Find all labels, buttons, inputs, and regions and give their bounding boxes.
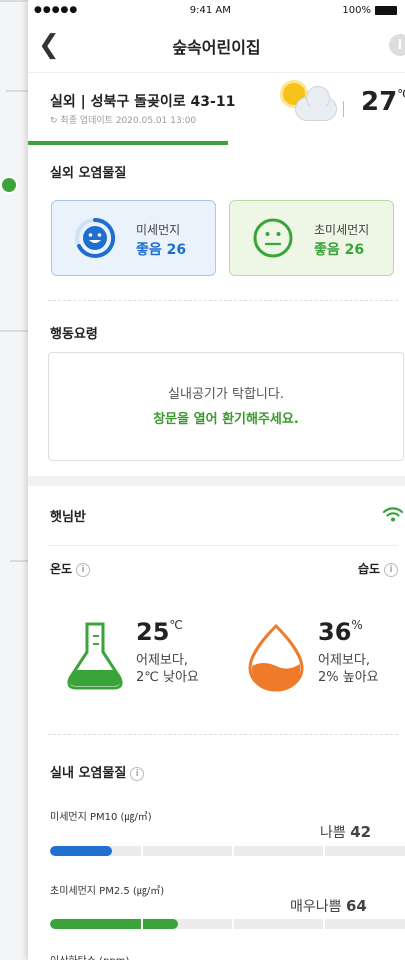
map-pin-icon[interactable] xyxy=(0,176,18,194)
refresh-icon[interactable]: ↻ xyxy=(50,116,58,126)
pm25-indoor-bar-fill xyxy=(50,919,179,929)
info-icon[interactable]: i xyxy=(130,766,145,781)
divider xyxy=(343,101,344,117)
last-updated: ↻ 최종 업데이트 2020.05.01 13:00 xyxy=(50,113,196,126)
pm25-indoor-status: 매우나쁨 xyxy=(290,899,342,915)
dashed-divider xyxy=(48,734,398,735)
humidity-label: 습도 xyxy=(358,562,381,576)
outdoor-temperature: 27℃ xyxy=(361,87,405,117)
co2-label: 이산화탄소 (ppm) xyxy=(50,952,129,960)
action-line-1: 실내공기가 탁합니다. xyxy=(168,387,284,402)
pm10-indoor-value: 42 xyxy=(350,823,372,841)
outdoor-temp-unit: ℃ xyxy=(397,87,405,101)
phone-screen: ●●●●● 9:41 AM 100% ❮ 숲속어린이집 i 실외 | 성북구 돌… xyxy=(28,0,405,960)
outdoor-section-title: 실외 오염물질 xyxy=(50,166,127,181)
battery-percent: 100% xyxy=(342,4,371,16)
pm10-value: 좋음 26 xyxy=(136,242,187,258)
water-drop-icon xyxy=(248,623,304,692)
neutral-face-icon xyxy=(253,218,293,258)
room-name: 햇님반 xyxy=(50,510,86,525)
battery-icon xyxy=(375,5,397,15)
temperature-cmp-line-1: 어제보다, xyxy=(136,653,188,668)
temperature-number: 25 xyxy=(136,618,170,646)
signal-indicator: ●●●●● xyxy=(34,5,79,15)
progress-indicator xyxy=(28,141,228,145)
pm10-indoor-bar xyxy=(50,846,405,856)
temperature-label: 온도 xyxy=(50,562,73,576)
section-separator xyxy=(28,476,405,486)
outdoor-temp-value: 27 xyxy=(361,87,398,117)
battery-indicator: 100% xyxy=(342,5,397,16)
wifi-icon xyxy=(383,507,403,522)
status-bar: ●●●●● 9:41 AM 100% xyxy=(28,0,405,20)
pm25-indoor-bar xyxy=(50,919,405,929)
smile-face-icon xyxy=(75,217,116,258)
humidity-cmp-line-1: 어제보다, xyxy=(318,653,370,668)
info-icon[interactable]: i xyxy=(389,34,405,56)
status-time: 9:41 AM xyxy=(189,4,231,16)
pm10-indoor-bar-fill xyxy=(50,846,113,856)
pm25-value: 좋음 26 xyxy=(314,242,365,258)
thermometer-flask-icon xyxy=(67,622,123,690)
last-updated-text: 최종 업데이트 2020.05.01 13:00 xyxy=(60,116,197,126)
action-guide-box: 실내공기가 탁합니다. 창문을 열어 환기해주세요. xyxy=(48,352,404,461)
pm10-indoor-status: 나쁨 xyxy=(320,825,346,841)
pm25-card[interactable]: 초미세먼지 좋음 26 xyxy=(229,200,394,276)
pm25-indoor-label: 초미세먼지 PM2.5 (㎍/㎥) xyxy=(50,886,165,897)
humidity-unit: % xyxy=(351,618,363,632)
pm25-indoor-value: 64 xyxy=(345,897,367,915)
humidity-cmp-line-2: 2% 높아요 xyxy=(318,670,379,685)
pm10-indoor-label: 미세먼지 PM10 (㎍/㎥) xyxy=(50,812,152,823)
chevron-left-icon[interactable]: ❮ xyxy=(38,30,60,60)
temperature-header: 온도 i xyxy=(50,560,91,577)
humidity-number: 36 xyxy=(318,618,352,646)
pm10-card[interactable]: 미세먼지 좋음 26 xyxy=(51,200,216,276)
info-icon[interactable]: i xyxy=(76,562,91,577)
pm10-indoor-reading: 나쁨 42 xyxy=(320,822,371,842)
temperature-comparison: 어제보다, 2℃ 낮아요 xyxy=(136,652,199,686)
humidity-comparison: 어제보다, 2% 높아요 xyxy=(318,652,379,686)
pm25-label: 초미세먼지 xyxy=(314,223,370,237)
indoor-section-title: 실내 오염물질 xyxy=(50,766,127,781)
pm25-indoor-reading: 매우나쁨 64 xyxy=(290,896,367,916)
page-title: 숲속어린이집 xyxy=(172,38,261,57)
partly-cloudy-icon xyxy=(283,83,337,129)
temperature-unit: ℃ xyxy=(169,618,183,632)
location-title: 실외 | 성북구 돌곶이로 43-11 xyxy=(50,94,236,110)
info-icon[interactable]: i xyxy=(384,562,399,577)
temperature-value: 25℃ xyxy=(136,618,183,646)
humidity-header: 습도 i xyxy=(358,560,399,577)
divider xyxy=(48,545,398,546)
action-line-2: 창문을 열어 환기해주세요. xyxy=(153,412,299,427)
action-section-title: 행동요령 xyxy=(50,327,98,342)
dashed-divider xyxy=(48,300,398,301)
nav-bar: ❮ 숲속어린이집 i xyxy=(28,20,405,72)
indoor-section-header: 실내 오염물질 i xyxy=(50,762,145,781)
location-row: 실외 | 성북구 돌곶이로 43-11 ↻ 최종 업데이트 2020.05.01… xyxy=(28,72,405,141)
temperature-cmp-line-2: 2℃ 낮아요 xyxy=(136,670,199,685)
humidity-value: 36% xyxy=(318,618,363,646)
pm10-label: 미세먼지 xyxy=(136,223,181,237)
